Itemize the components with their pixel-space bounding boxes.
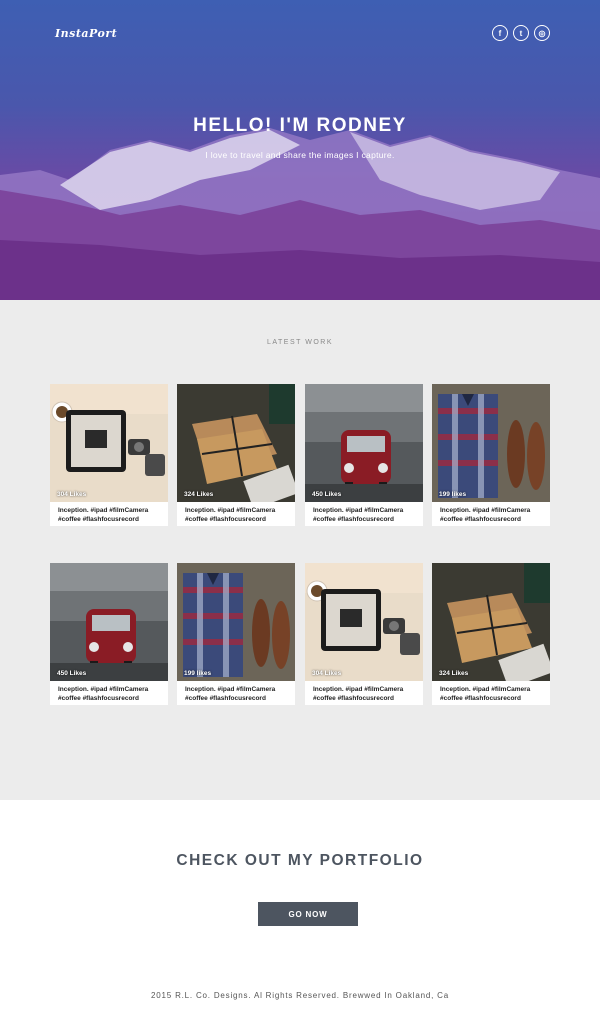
likes-count: 199 likes bbox=[439, 491, 467, 498]
caption-line: Inception. #ipad #filmCamera bbox=[313, 686, 404, 693]
caption-line: #coffee #flashfocusrecord bbox=[58, 695, 139, 702]
work-card[interactable]: 304 Likes Inception. #ipad #filmCamera #… bbox=[50, 384, 168, 526]
likes-count: 304 Likes bbox=[312, 670, 342, 677]
photo-image bbox=[50, 384, 168, 502]
caption-line: #coffee #flashfocusrecord bbox=[185, 695, 266, 702]
work-card[interactable]: 450 Likes Inception. #ipad #filmCamera #… bbox=[50, 563, 168, 705]
photo-image bbox=[177, 563, 295, 681]
card-caption: Inception. #ipad #filmCamera #coffee #fl… bbox=[305, 681, 423, 707]
twitter-icon[interactable]: t bbox=[513, 25, 529, 41]
instagram-icon[interactable]: ◎ bbox=[534, 25, 550, 41]
card-caption: Inception. #ipad #filmCamera #coffee #fl… bbox=[50, 681, 168, 707]
photo-image bbox=[305, 384, 423, 502]
work-card[interactable]: 199 likes Inception. #ipad #filmCamera #… bbox=[177, 563, 295, 705]
work-thumbnail[interactable]: 304 Likes bbox=[50, 384, 168, 502]
caption-line: Inception. #ipad #filmCamera bbox=[313, 507, 404, 514]
hero-title: HELLO! I'M RODNEY bbox=[193, 115, 407, 136]
work-card[interactable]: 450 Likes Inception. #ipad #filmCamera #… bbox=[305, 384, 423, 526]
work-thumbnail[interactable]: 199 likes bbox=[177, 563, 295, 681]
caption-line: #coffee #flashfocusrecord bbox=[58, 516, 139, 523]
likes-count: 324 Likes bbox=[184, 491, 214, 498]
facebook-icon[interactable]: f bbox=[492, 25, 508, 41]
brand-logo[interactable]: InstaPort bbox=[55, 27, 117, 40]
hero-subtitle: I love to travel and share the images I … bbox=[205, 150, 395, 160]
caption-line: #coffee #flashfocusrecord bbox=[313, 695, 394, 702]
caption-line: #coffee #flashfocusrecord bbox=[440, 516, 521, 523]
photo-image bbox=[305, 563, 423, 681]
card-caption: Inception. #ipad #filmCamera #coffee #fl… bbox=[177, 681, 295, 707]
hero-banner: InstaPort f t ◎ HELLO! I'M RODNEY I love… bbox=[0, 0, 600, 300]
likes-count: 324 Likes bbox=[439, 670, 469, 677]
caption-line: Inception. #ipad #filmCamera bbox=[58, 686, 149, 693]
likes-count: 450 Likes bbox=[312, 491, 342, 498]
section-label: LATEST WORK bbox=[266, 339, 334, 346]
likes-count: 199 likes bbox=[184, 670, 212, 677]
work-thumbnail[interactable]: 450 Likes bbox=[305, 384, 423, 502]
card-caption: Inception. #ipad #filmCamera #coffee #fl… bbox=[432, 681, 550, 707]
caption-line: #coffee #flashfocusrecord bbox=[185, 516, 266, 523]
photo-image bbox=[432, 384, 550, 502]
photo-image bbox=[177, 384, 295, 502]
caption-line: Inception. #ipad #filmCamera bbox=[440, 507, 531, 514]
work-thumbnail[interactable]: 199 likes bbox=[432, 384, 550, 502]
caption-line: #coffee #flashfocusrecord bbox=[313, 516, 394, 523]
card-caption: Inception. #ipad #filmCamera #coffee #fl… bbox=[50, 502, 168, 528]
caption-line: #coffee #flashfocusrecord bbox=[440, 695, 521, 702]
work-card[interactable]: 324 Likes Inception. #ipad #filmCamera #… bbox=[177, 384, 295, 526]
caption-line: Inception. #ipad #filmCamera bbox=[440, 686, 531, 693]
photo-image bbox=[432, 563, 550, 681]
portfolio-heading: CHECK OUT MY PORTFOLIO bbox=[176, 852, 424, 869]
card-caption: Inception. #ipad #filmCamera #coffee #fl… bbox=[305, 502, 423, 528]
likes-count: 450 Likes bbox=[57, 670, 87, 677]
work-thumbnail[interactable]: 324 Likes bbox=[432, 563, 550, 681]
work-card[interactable]: 304 Likes Inception. #ipad #filmCamera #… bbox=[305, 563, 423, 705]
work-thumbnail[interactable]: 304 Likes bbox=[305, 563, 423, 681]
latest-work-section: LATEST WORK 304 Likes Inception. #ipad #… bbox=[0, 300, 600, 800]
caption-line: Inception. #ipad #filmCamera bbox=[185, 507, 276, 514]
likes-count: 304 Likes bbox=[57, 491, 87, 498]
work-thumbnail[interactable]: 450 Likes bbox=[50, 563, 168, 681]
photo-image bbox=[50, 563, 168, 681]
social-links: f t ◎ bbox=[492, 25, 550, 41]
work-thumbnail[interactable]: 324 Likes bbox=[177, 384, 295, 502]
card-caption: Inception. #ipad #filmCamera #coffee #fl… bbox=[432, 502, 550, 528]
work-card[interactable]: 324 Likes Inception. #ipad #filmCamera #… bbox=[432, 563, 550, 705]
caption-line: Inception. #ipad #filmCamera bbox=[185, 686, 276, 693]
caption-line: Inception. #ipad #filmCamera bbox=[58, 507, 149, 514]
card-caption: Inception. #ipad #filmCamera #coffee #fl… bbox=[177, 502, 295, 528]
work-card[interactable]: 199 likes Inception. #ipad #filmCamera #… bbox=[432, 384, 550, 526]
footer-text: 2015 R.L. Co. Designs. Al Rights Reserve… bbox=[151, 991, 449, 1000]
go-now-button[interactable]: GO NOW bbox=[258, 902, 358, 926]
